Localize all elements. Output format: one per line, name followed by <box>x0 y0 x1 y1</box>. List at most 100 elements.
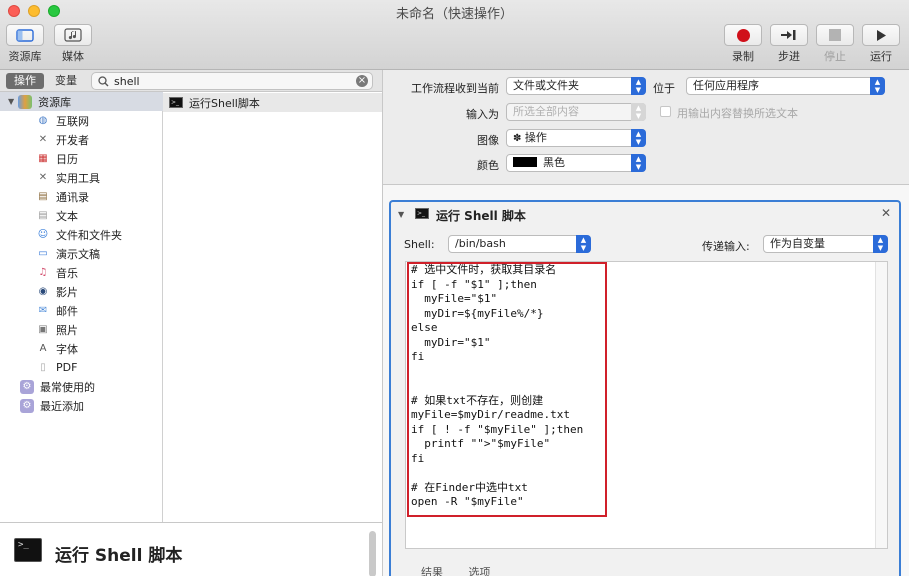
media-icon <box>64 28 82 42</box>
search-field[interactable]: shell × <box>91 72 373 90</box>
input-label: 输入为 <box>466 108 499 121</box>
sidebar-item[interactable]: ♫ 音乐 <box>36 263 78 282</box>
smart-folder-icon: ⚙ <box>20 379 34 394</box>
sidebar-item[interactable]: ▤ 文本 <box>36 206 78 225</box>
record-button[interactable]: 录制 <box>724 24 762 64</box>
sidebar-item-label: 实用工具 <box>56 171 100 185</box>
scrollbar[interactable] <box>369 531 376 576</box>
input-popup[interactable]: 所选全部内容 ▲ ▼ <box>506 103 646 121</box>
scrollbar[interactable] <box>875 262 887 548</box>
action-description: >_ 运行 Shell 脚本 <box>0 522 382 576</box>
chevron-updown-icon: ▲ ▼ <box>631 129 646 147</box>
window-title: 未命名（快速操作） <box>395 7 513 22</box>
disclosure-triangle-icon[interactable]: ▼ <box>398 210 404 219</box>
sidebar-item-label: 音乐 <box>56 266 78 280</box>
image-popup[interactable]: ✽ 操作 ▲ ▼ <box>506 129 646 147</box>
image-label: 图像 <box>477 134 499 147</box>
tab-results[interactable]: 结果 <box>421 566 443 576</box>
list-item[interactable]: >_ 运行Shell脚本 <box>163 93 382 112</box>
color-label: 颜色 <box>477 159 499 172</box>
sidebar-item-label: 通讯录 <box>56 190 89 204</box>
library-icon <box>18 94 33 109</box>
sidebar-item-label: 日历 <box>56 152 78 166</box>
sidebar-item[interactable]: ▣ 照片 <box>36 320 78 339</box>
workflow-settings: 工作流程收到当前 文件或文件夹 ▲ ▼ 位于 任何应用程序 ▲ ▼ 输入为 所选全部… <box>382 70 909 185</box>
finder-icon: ☺ <box>37 229 49 240</box>
run-button[interactable]: 运行 <box>862 24 900 64</box>
color-popup[interactable]: 黑色 ▲ ▼ <box>506 154 646 172</box>
step-button[interactable]: 步进 <box>770 24 808 64</box>
sidebar-item[interactable]: ▤ 通讯录 <box>36 187 89 206</box>
gear-icon: ✽ <box>513 133 522 144</box>
media-button[interactable]: 媒体 <box>54 24 92 64</box>
card-title: 运行 Shell 脚本 <box>436 209 526 223</box>
chevron-updown-icon: ▲ ▼ <box>631 77 646 95</box>
sidebar-item-label: 邮件 <box>56 304 78 318</box>
in-label: 位于 <box>653 82 675 95</box>
pdf-icon: ▯ <box>40 362 46 373</box>
movie-icon: ◉ <box>38 286 48 297</box>
font-icon: A <box>39 343 47 354</box>
sidebar-item[interactable]: A 字体 <box>36 339 78 358</box>
tab-options[interactable]: 选项 <box>469 566 491 576</box>
sidebar-item[interactable]: ◉ 影片 <box>36 282 78 301</box>
calendar-icon: ▦ <box>38 153 48 164</box>
sidebar-item[interactable]: ◍ 互联网 <box>36 111 89 130</box>
search-input[interactable]: shell <box>114 75 140 88</box>
sidebar-item-label: 影片 <box>56 285 78 299</box>
card-tabs: 结果 选项 <box>421 564 491 576</box>
tools-icon: ✕ <box>38 172 48 183</box>
sidebar-item-label: 照片 <box>56 323 78 337</box>
stop-button[interactable]: 停止 <box>816 24 854 64</box>
description-title: 运行 Shell 脚本 <box>55 546 183 566</box>
chevron-updown-icon: ▲ ▼ <box>873 235 888 253</box>
library-list: ▼ 资源库 ◍ 互联网 ✕ 开发者 ▦ 日历 ✕ 实用工具 ▤ 通讯录 ▤ 文本 ☺ 文件和文件夹 ▭ 演示文稿 ♫… <box>0 92 163 522</box>
text-icon: ▤ <box>38 210 48 221</box>
sidebar-item[interactable]: ☺ 文件和文件夹 <box>36 225 122 244</box>
action-card: ▼ >_ 运行 Shell 脚本 ✕ Shell: /bin/bash ▲ ▼ 传… <box>389 200 901 576</box>
application-popup[interactable]: 任何应用程序 ▲ ▼ <box>686 77 885 95</box>
tab-actions[interactable]: 操作 <box>6 73 44 89</box>
sidebar-item[interactable]: ▦ 日历 <box>36 149 78 168</box>
tab-variables[interactable]: 变量 <box>48 73 84 89</box>
sidebar-item-library[interactable]: ▼ 资源库 <box>0 92 163 111</box>
sidebar-item[interactable]: ▯ PDF <box>36 358 77 377</box>
chevron-updown-icon: ▲ ▼ <box>576 235 591 253</box>
sidebar-item-label: 演示文稿 <box>56 247 100 261</box>
close-icon[interactable]: ✕ <box>881 206 891 220</box>
library-header: 操作 变量 shell × <box>0 70 382 92</box>
color-swatch <box>513 157 537 167</box>
action-label: 运行Shell脚本 <box>189 96 260 110</box>
sidebar-item[interactable]: ✕ 开发者 <box>36 130 89 149</box>
sidebar-item-label: 文本 <box>56 209 78 223</box>
receives-popup[interactable]: 文件或文件夹 ▲ ▼ <box>506 77 646 95</box>
sidebar-item-label: 资源库 <box>38 95 72 109</box>
window-toolbar: 未命名（快速操作） 资源库 媒体 录制 步进 停止 运行 <box>0 0 909 70</box>
library-button[interactable]: 资源库 <box>6 24 44 64</box>
mail-icon: ✉ <box>38 305 48 316</box>
stop-icon <box>829 29 841 41</box>
clear-search-icon[interactable]: × <box>356 75 368 87</box>
sidebar-item-label: 文件和文件夹 <box>56 228 122 242</box>
chevron-updown-icon: ▲ ▼ <box>631 154 646 172</box>
chevron-updown-icon: ▲ ▼ <box>870 77 885 95</box>
sidebar-item[interactable]: ✉ 邮件 <box>36 301 78 320</box>
script-editor[interactable]: # 选中文件时，获取其目录名 if [ -f "$1" ];then myFile… <box>405 261 888 549</box>
sidebar-item-label: PDF <box>56 361 78 374</box>
sidebar-item-smart-group[interactable]: ⚙ 最近添加 <box>20 396 84 415</box>
terminal-icon: >_ <box>169 97 183 108</box>
replace-label: 用输出内容替换所选文本 <box>677 107 798 120</box>
pass-input-popup[interactable]: 作为自变量 ▲ ▼ <box>763 235 888 253</box>
replace-checkbox[interactable] <box>660 106 671 117</box>
receives-label: 工作流程收到当前 <box>411 82 499 95</box>
sidebar-item[interactable]: ✕ 实用工具 <box>36 168 100 187</box>
terminal-icon: >_ <box>14 538 42 562</box>
step-icon <box>781 30 796 40</box>
shell-popup[interactable]: /bin/bash ▲ ▼ <box>448 235 591 253</box>
photos-icon: ▣ <box>38 324 48 335</box>
highlight-box <box>407 262 607 517</box>
music-icon: ♫ <box>38 267 48 278</box>
sidebar-item-smart-group[interactable]: ⚙ 最常使用的 <box>20 377 95 396</box>
sidebar-item[interactable]: ▭ 演示文稿 <box>36 244 100 263</box>
disclosure-triangle-icon[interactable]: ▼ <box>8 97 14 106</box>
